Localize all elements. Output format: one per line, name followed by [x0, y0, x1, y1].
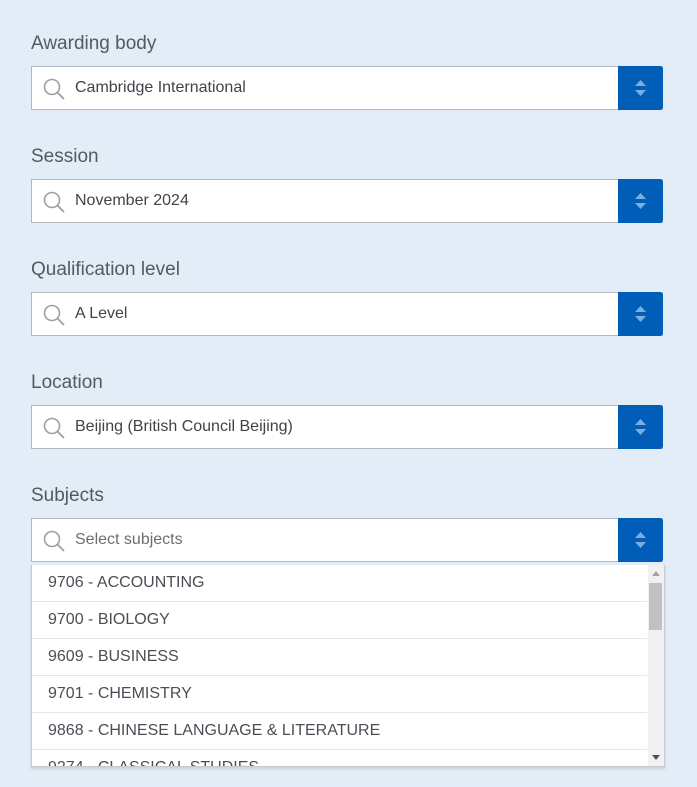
awarding-body-select[interactable]: Cambridge International: [31, 66, 663, 110]
sort-arrows-icon: [635, 306, 646, 322]
subject-option-label: 9706 - ACCOUNTING: [48, 574, 205, 591]
awarding-body-label: Awarding body: [31, 33, 157, 54]
subjects-dropdown-list: 9706 - ACCOUNTING 9700 - BIOLOGY 9609 - …: [31, 565, 665, 767]
session-select[interactable]: November 2024: [31, 179, 663, 223]
scroll-down-arrow-icon[interactable]: [652, 755, 660, 760]
sort-arrows-icon: [635, 419, 646, 435]
subject-option-label: 9701 - CHEMISTRY: [48, 685, 192, 702]
subject-option-label: 9609 - BUSINESS: [48, 648, 179, 665]
subjects-search-input[interactable]: Select subjects: [31, 518, 663, 562]
subject-option[interactable]: 9700 - BIOLOGY: [32, 602, 647, 639]
subject-option[interactable]: 9706 - ACCOUNTING: [32, 565, 647, 602]
sort-arrows-icon: [635, 193, 646, 209]
dropdown-scrollbar[interactable]: [648, 565, 664, 766]
awarding-body-toggle-button[interactable]: [618, 66, 663, 110]
qualification-level-value[interactable]: A Level: [75, 305, 127, 323]
search-icon: [43, 78, 65, 100]
search-icon: [43, 530, 65, 552]
subjects-placeholder[interactable]: Select subjects: [75, 531, 183, 549]
scrollbar-thumb[interactable]: [649, 583, 662, 630]
search-icon: [43, 417, 65, 439]
subject-option[interactable]: 9868 - CHINESE LANGUAGE & LITERATURE: [32, 713, 647, 750]
subjects-toggle-button[interactable]: [618, 518, 663, 562]
location-toggle-button[interactable]: [618, 405, 663, 449]
location-value[interactable]: Beijing (British Council Beijing): [75, 418, 293, 436]
subject-option[interactable]: 9274 - CLASSICAL STUDIES: [32, 750, 647, 766]
awarding-body-value[interactable]: Cambridge International: [75, 79, 246, 97]
subjects-label: Subjects: [31, 485, 104, 506]
session-label: Session: [31, 146, 99, 167]
sort-arrows-icon: [635, 532, 646, 548]
sort-arrows-icon: [635, 80, 646, 96]
subject-option-label: 9700 - BIOLOGY: [48, 611, 170, 628]
search-icon: [43, 304, 65, 326]
location-select[interactable]: Beijing (British Council Beijing): [31, 405, 663, 449]
qualification-level-select[interactable]: A Level: [31, 292, 663, 336]
session-value[interactable]: November 2024: [75, 192, 189, 210]
subject-option[interactable]: 9609 - BUSINESS: [32, 639, 647, 676]
qualification-level-label: Qualification level: [31, 259, 180, 280]
subject-option-label: 9274 - CLASSICAL STUDIES: [48, 759, 259, 766]
scroll-up-arrow-icon[interactable]: [652, 571, 660, 576]
subject-option[interactable]: 9701 - CHEMISTRY: [32, 676, 647, 713]
qualification-level-toggle-button[interactable]: [618, 292, 663, 336]
subject-option-label: 9868 - CHINESE LANGUAGE & LITERATURE: [48, 722, 381, 739]
session-toggle-button[interactable]: [618, 179, 663, 223]
search-icon: [43, 191, 65, 213]
location-label: Location: [31, 372, 103, 393]
